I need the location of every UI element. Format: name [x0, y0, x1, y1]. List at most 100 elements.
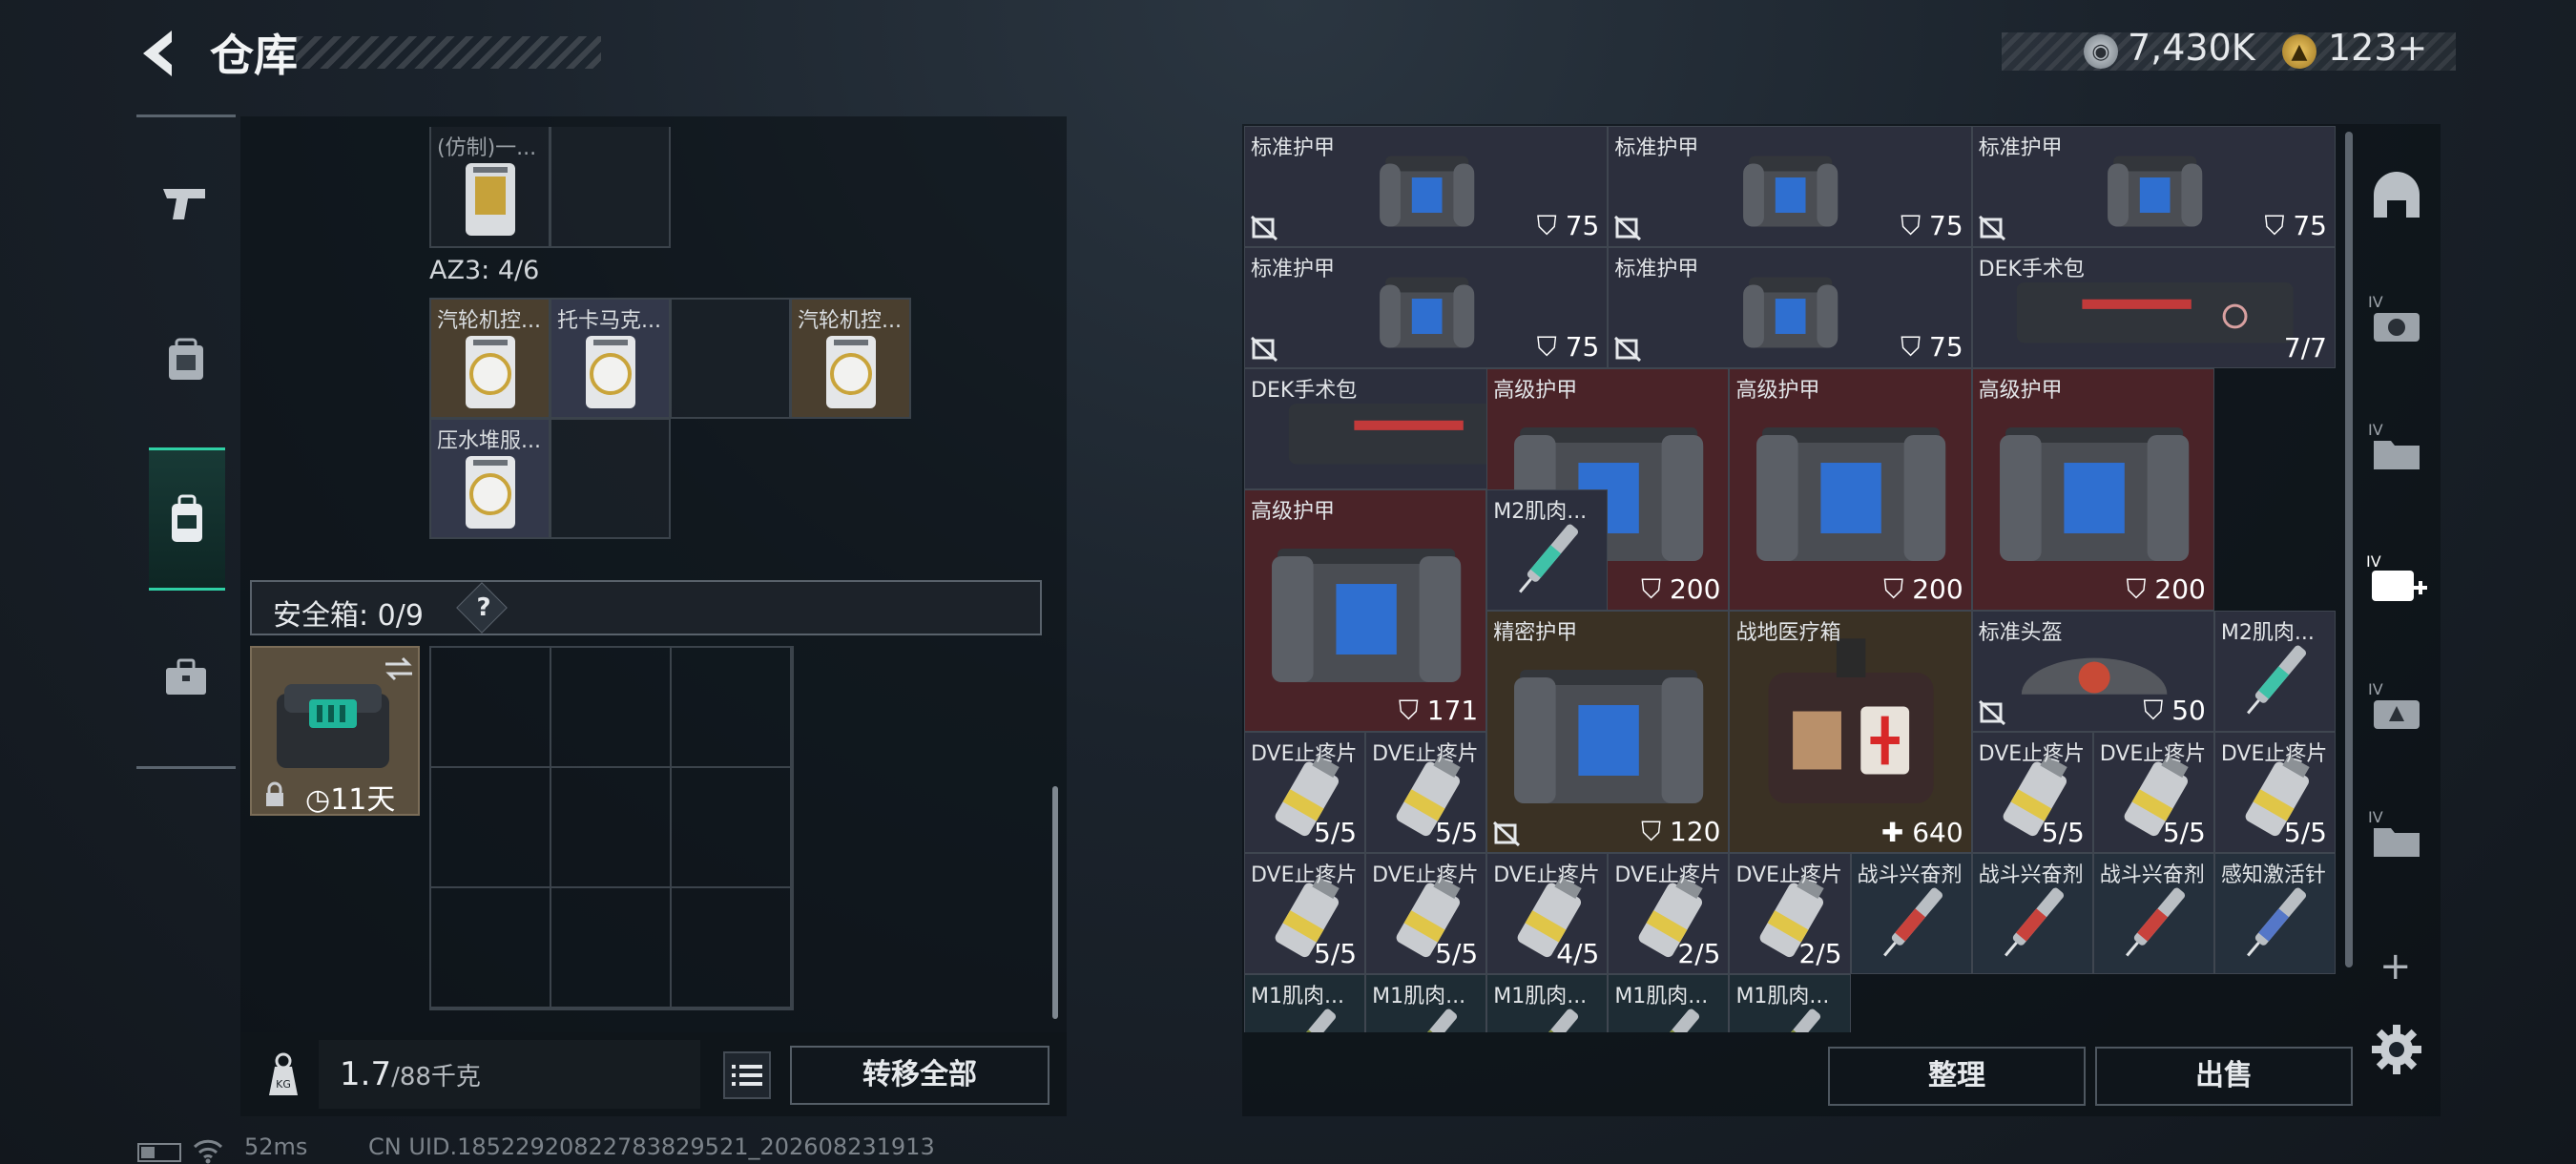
inventory-item[interactable]: DVE止疼片 5/5 [1365, 853, 1487, 974]
inventory-item[interactable]: 标准护甲 ⛉ 75 [1244, 126, 1609, 247]
svg-text:IV: IV [2368, 421, 2383, 439]
item-slot[interactable]: (仿制)一... [429, 127, 551, 248]
item-name: DVE止疼片 [1372, 742, 1479, 766]
left-scrollbar[interactable] [1052, 786, 1058, 1019]
sort-button[interactable]: 整理 [1828, 1047, 2086, 1106]
swap-icon[interactable] [384, 655, 414, 682]
item-slot[interactable]: 汽轮机控... [790, 298, 911, 419]
item-name: DVE止疼片 [1614, 863, 1721, 887]
inventory-item[interactable]: DVE止疼片 2/5 [1608, 853, 1730, 974]
add-tab-icon[interactable]: + [2379, 945, 2412, 988]
inventory-item[interactable]: 高级护甲 ⛉ 200 [1971, 368, 2214, 611]
tab-backpack[interactable] [149, 447, 225, 591]
item-value-text: 5/5 [2041, 817, 2085, 848]
item-value: ⛉ 200 [2127, 573, 2206, 606]
inventory-item[interactable]: M1肌肉... [1729, 974, 1851, 1032]
document-case-icon[interactable]: IV [2366, 803, 2427, 864]
item-value: ✚ 640 [1881, 817, 1963, 848]
item-value: ⛉ 75 [1901, 210, 1963, 242]
safe-box-grid[interactable] [429, 646, 794, 1010]
inventory-item[interactable]: DVE止疼片 5/5 [1971, 732, 2093, 853]
tab-gear[interactable] [146, 289, 226, 432]
inventory-item[interactable]: M1肌肉... [1244, 974, 1366, 1032]
inventory-item[interactable]: 高级护甲 ⛉ 171 [1244, 489, 1487, 732]
ammo-case-icon[interactable]: IV [2366, 676, 2427, 737]
inventory-item[interactable]: DVE止疼片 2/5 [1729, 853, 1851, 974]
safe-box-label: 安全箱: 0/9 [273, 599, 424, 633]
helmet-tab-icon[interactable] [2366, 166, 2427, 227]
empty-slot[interactable] [550, 418, 671, 539]
inventory-item[interactable]: 标准护甲 ⛉ 75 [1971, 126, 2336, 247]
inventory-item[interactable]: DEK手术包 7/7 [1971, 247, 2336, 368]
inventory-item[interactable]: 战地医疗箱 ✚ 640 [1729, 611, 1972, 853]
lock-icon [266, 781, 283, 806]
inventory-item[interactable]: 感知激活针 [2213, 853, 2336, 974]
item-name: DVE止疼片 [1251, 742, 1358, 766]
item-value: 2/5 [1798, 938, 1841, 969]
inventory-item[interactable]: DVE止疼片 5/5 [1244, 732, 1366, 853]
warehouse-scrollbar[interactable] [2345, 132, 2353, 967]
item-value: 5/5 [1435, 938, 1478, 969]
inventory-item[interactable]: 标准护甲 ⛉ 75 [1608, 126, 1972, 247]
item-name: 标准护甲 [1251, 136, 1336, 160]
inventory-item[interactable]: DVE止疼片 5/5 [2213, 732, 2336, 853]
empty-slot[interactable] [670, 298, 791, 419]
item-name: 高级护甲 [1251, 500, 1336, 524]
back-arrow-icon[interactable] [134, 25, 187, 82]
no-insure-icon [1614, 337, 1642, 362]
durability-shield-icon: ⛉ [1536, 210, 1566, 241]
briefcase-icon [166, 658, 206, 695]
item-name: DVE止疼片 [1251, 863, 1358, 887]
empty-slot[interactable] [550, 127, 671, 248]
inventory-item[interactable]: M1肌肉... [1365, 974, 1487, 1032]
folder-case-icon[interactable]: IV [2366, 416, 2427, 477]
document-bag-icon [466, 163, 515, 236]
camera-case-icon[interactable]: IV [2366, 288, 2427, 349]
inventory-item[interactable]: M1肌肉... [1486, 974, 1609, 1032]
inventory-item[interactable]: 战斗兴奋剂 [1850, 853, 1972, 974]
inventory-item[interactable]: 精密护甲 ⛉ 120 [1486, 611, 1730, 853]
item-slot[interactable]: 汽轮机控... [429, 298, 551, 419]
item-value: ⛉ 171 [1399, 695, 1478, 727]
durability-shield-icon: ⛉ [1883, 573, 1913, 605]
inventory-item[interactable]: 战斗兴奋剂 [2092, 853, 2214, 974]
sell-button[interactable]: 出售 [2095, 1047, 2353, 1106]
inventory-item[interactable]: 战斗兴奋剂 [1971, 853, 2093, 974]
item-value-text: 640 [1912, 817, 1963, 848]
currency-gold-amount[interactable]: 123+ [2328, 27, 2427, 69]
no-insure-icon [1493, 821, 1521, 846]
svg-text:IV: IV [2368, 293, 2383, 311]
item-value: 5/5 [2163, 817, 2206, 848]
inventory-item[interactable]: DVE止疼片 5/5 [1365, 732, 1487, 853]
inventory-item[interactable]: DVE止疼片 5/5 [1244, 853, 1366, 974]
item-name: M1肌肉... [1493, 985, 1588, 1008]
item-value: 7/7 [2284, 332, 2327, 364]
item-slot[interactable]: 压水堆服... [429, 418, 551, 539]
inventory-item[interactable]: DVE止疼片 4/5 [1486, 853, 1609, 974]
inventory-item[interactable]: M2肌肉... [2213, 611, 2336, 732]
item-name: 标准护甲 [1978, 136, 2063, 160]
inventory-item[interactable]: 标准头盔 ⛉ 50 [1971, 611, 2214, 732]
help-icon[interactable]: ? [467, 590, 501, 626]
no-insure-icon [1978, 700, 2005, 725]
tab-weapons[interactable] [146, 131, 226, 274]
item-name: M1肌肉... [1735, 985, 1830, 1008]
list-view-button[interactable] [723, 1051, 771, 1099]
tab-cases[interactable] [146, 606, 226, 749]
case-duration-text: 11天 [330, 783, 396, 817]
item-name: M1肌肉... [1251, 985, 1344, 1008]
inventory-item[interactable]: 标准护甲 ⛉ 75 [1608, 247, 1972, 368]
inventory-item[interactable]: M1肌肉... [1608, 974, 1730, 1032]
item-slot[interactable]: 托卡马克... [550, 298, 671, 419]
medical-case-icon[interactable]: IV [2366, 550, 2427, 611]
transfer-all-button[interactable]: 转移全部 [790, 1046, 1049, 1105]
secure-case-slot[interactable]: ◷11天 [250, 646, 420, 817]
inventory-item[interactable]: M2肌肉... [1486, 489, 1609, 611]
gear-icon[interactable] [2370, 1023, 2423, 1076]
item-name: 标准护甲 [1614, 258, 1699, 281]
item-value-text: 75 [1929, 210, 1963, 241]
inventory-item[interactable]: DVE止疼片 5/5 [2092, 732, 2214, 853]
item-value: ⛉ 75 [1537, 331, 1600, 364]
inventory-item[interactable]: 高级护甲 ⛉ 200 [1729, 368, 1972, 611]
inventory-item[interactable]: 标准护甲 ⛉ 75 [1244, 247, 1609, 368]
